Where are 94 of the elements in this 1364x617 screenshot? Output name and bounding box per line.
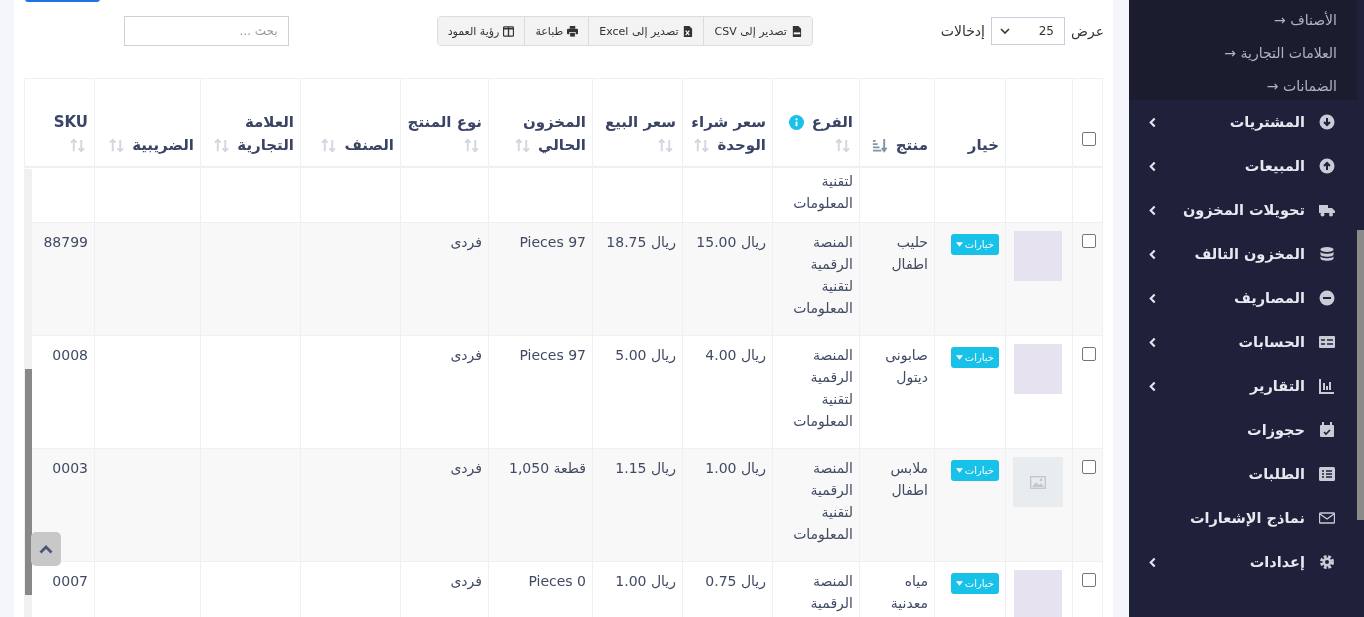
sidebar-label: نماذج الإشعارات [1189, 510, 1305, 526]
sidebar-label: المصاريف [1234, 290, 1305, 306]
minus-circle-icon [1319, 290, 1335, 306]
sidebar-label: إعدادات [1249, 554, 1305, 570]
caret-down-icon [955, 468, 963, 473]
sidebar-label: المشتريات [1229, 114, 1305, 130]
sidebar-label: الطلبات [1248, 466, 1305, 482]
table-cell: ريال 15.00 [682, 222, 773, 336]
sidebar-item[interactable]: المبيعات [1129, 144, 1357, 188]
table-cell: حليب اطفال [859, 222, 935, 336]
table-cell: 0 Pieces [488, 561, 593, 617]
entries-label: إدخالات [940, 23, 985, 39]
sidebar-item[interactable]: الحسابات [1129, 320, 1357, 364]
entries-select[interactable]: 25 [991, 17, 1065, 45]
envelope-icon [1319, 510, 1335, 526]
sidebar-label: حجوزات [1247, 422, 1305, 438]
csv-file-icon [790, 25, 802, 37]
sidebar-item[interactable]: المخزون التالف [1129, 232, 1357, 276]
row-checkbox[interactable] [1082, 347, 1096, 361]
database-icon [1319, 246, 1335, 262]
scrollbar[interactable] [25, 169, 32, 617]
scrollbar[interactable] [1357, 230, 1364, 520]
row-checkbox[interactable] [1082, 460, 1096, 474]
export-button[interactable]: رؤية العمود [437, 17, 525, 45]
table-cell: ريال 1.00 [682, 448, 773, 562]
sidebar-item[interactable]: المصاريف [1129, 276, 1357, 320]
sidebar-item[interactable]: إعدادات [1129, 540, 1357, 584]
table-cell: فردى [400, 561, 489, 617]
column-header[interactable]: الصنف [300, 78, 401, 167]
sidebar-label: المخزون التالف [1194, 246, 1305, 262]
table-cell: 97 Pieces [488, 222, 593, 336]
settings-icon [1319, 554, 1335, 570]
scroll-top-button[interactable] [31, 532, 61, 566]
export-button[interactable]: تصدير إلى Excel [588, 17, 704, 45]
photo-placeholder [1014, 344, 1062, 394]
submenu-item[interactable]: الأصناف → [1129, 3, 1357, 36]
table-cell: ريال 1.15 [592, 448, 683, 562]
table-cell: ريال 18.75 [592, 222, 683, 336]
show-label: عرض [1071, 23, 1104, 39]
column-header[interactable]: سعر البيع [592, 78, 683, 167]
sidebar-item[interactable]: المشتريات [1129, 100, 1357, 144]
bar-chart-icon [1319, 378, 1335, 394]
table-cell: ريال 1.00 [592, 561, 683, 617]
table-cell: قطعة 1,050 [488, 448, 593, 562]
calendar-check-icon [1319, 422, 1335, 438]
submenu-item[interactable]: الضمانات → [1129, 69, 1357, 102]
sidebar-item[interactable]: تحويلات المخزون [1129, 188, 1357, 232]
list-icon [1319, 466, 1335, 482]
sidebar-item[interactable]: التقارير [1129, 364, 1357, 408]
sidebar-item[interactable]: الطلبات [1129, 452, 1357, 496]
column-header[interactable]: SKU [24, 78, 95, 167]
select-all-checkbox[interactable] [1082, 131, 1096, 146]
chevron-down-icon [1000, 28, 1010, 34]
sidebar-label: تحويلات المخزون [1182, 202, 1305, 218]
export-button[interactable]: طباعة [524, 17, 589, 45]
table-cell: المنصة الرقمية لتقنية المعلومات [772, 448, 860, 562]
sidebar-label: المبيعات [1244, 158, 1305, 174]
submenu-item[interactable]: العلامات التجارية → [1129, 36, 1357, 69]
table-cell: المنصة الرقمية لتقنية المعلومات [772, 222, 860, 336]
table-cell: فردى [400, 448, 489, 562]
table-cell: فردى [400, 222, 489, 336]
truck-icon [1319, 202, 1335, 218]
search-field[interactable]: بحث ... [123, 16, 289, 46]
row-checkbox[interactable] [1082, 234, 1096, 248]
printer-icon [567, 25, 579, 37]
caret-up-icon [39, 544, 53, 554]
table-cell: مياه معدنية [859, 561, 935, 617]
row-checkbox[interactable] [1082, 573, 1096, 587]
column-header: خيار [934, 78, 1006, 167]
export-button[interactable]: تصدير إلى CSV [703, 17, 812, 45]
sidebar-label: الحسابات [1238, 334, 1305, 350]
caret-down-icon [955, 355, 963, 360]
table-cell: ريال 0.75 [682, 561, 773, 617]
column-header[interactable]: سعر شراء الوحدة [682, 78, 773, 167]
sidebar-item[interactable]: نماذج الإشعارات [1129, 496, 1357, 540]
column-header[interactable]: الفرع [772, 78, 860, 167]
column-header[interactable]: نوع المنتج [400, 78, 489, 167]
table-cell: المنصة الرقمية [772, 561, 860, 617]
arrow-down-circle-icon [1319, 114, 1335, 130]
column-header[interactable]: العلامة التجارية [200, 78, 301, 167]
sidebar-label: التقارير [1249, 378, 1305, 394]
column-header[interactable]: الضريبية [94, 78, 201, 167]
table-cell: ملابس اطفال [859, 448, 935, 562]
excel-file-icon [682, 25, 694, 37]
column-header[interactable]: المخزون الحالي [488, 78, 593, 167]
money-card-icon [1319, 334, 1335, 350]
photo-placeholder [1014, 570, 1062, 617]
column-header[interactable]: منتج [859, 78, 935, 167]
columns-icon [503, 25, 515, 37]
arrow-up-circle-icon [1319, 158, 1335, 174]
caret-down-icon [955, 242, 963, 247]
caret-down-icon [955, 581, 963, 586]
image-icon [1030, 475, 1046, 489]
sidebar-item[interactable]: حجوزات [1129, 408, 1357, 452]
